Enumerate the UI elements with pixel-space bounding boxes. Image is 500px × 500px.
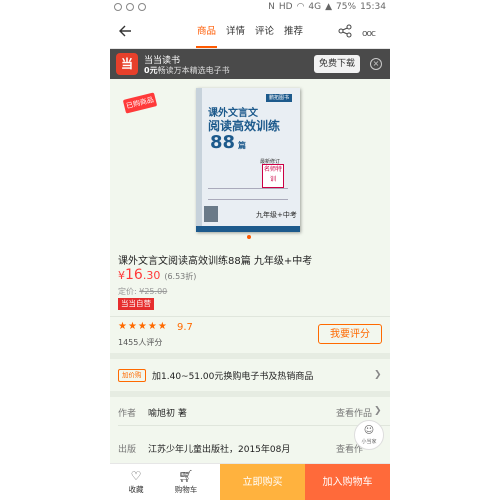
- rate-button[interactable]: 我要评分: [318, 324, 382, 344]
- author-label: 作者: [118, 409, 137, 419]
- author-value: 喻旭初 著: [148, 409, 187, 419]
- cart-icon: 🛒︎: [178, 469, 194, 483]
- cover-bottom-band: [196, 226, 300, 232]
- cover-pian: 篇: [238, 141, 246, 150]
- divider: [118, 425, 390, 426]
- tab-product[interactable]: 商品: [192, 16, 221, 48]
- section-gap: [110, 353, 390, 359]
- tab-details[interactable]: 详情: [221, 16, 250, 48]
- price-discount: (6.53折): [164, 272, 197, 281]
- network-icon: 4G: [308, 2, 322, 12]
- dangdang-logo-icon: 当: [116, 53, 138, 75]
- assistant-float-button[interactable]: ☺ 小当家: [354, 420, 384, 450]
- view-works-link[interactable]: 查看作品: [336, 406, 372, 419]
- add-to-cart-button[interactable]: 加入购物车: [305, 464, 390, 500]
- price-integer: 16: [125, 267, 143, 283]
- banner-promo: 0元畅读万本精选电子书: [144, 65, 230, 76]
- reader-app-banner: 当 当当读书 0元畅读万本精选电子书 免费下载 ×: [110, 49, 390, 79]
- status-right-icons: N HD ◠ 4G ▲ 75% 15:34: [268, 2, 386, 12]
- banner-promo-zero: 0元: [144, 66, 158, 75]
- price-decimal: .30: [142, 269, 161, 282]
- self-operated-badge: 当当自营: [118, 298, 154, 310]
- tab-recommend[interactable]: 推荐: [279, 16, 308, 48]
- cover-stamp: 名师特训: [262, 164, 284, 188]
- original-price: 定价: ¥25.00: [118, 286, 167, 297]
- rating-count: 1455人评分: [118, 338, 163, 347]
- author-photo: [204, 206, 218, 222]
- battery-level: 75%: [336, 2, 357, 12]
- tab-reviews[interactable]: 评论: [250, 16, 279, 48]
- addon-purchase-row[interactable]: 加价购 加1.40~51.00元换购电子书及热销商品 ❯: [110, 360, 390, 390]
- cover-spine: [196, 88, 202, 232]
- cover-number: 88: [210, 132, 236, 153]
- signal-icon: ▲: [325, 2, 333, 12]
- publisher-row[interactable]: 出版 江苏少年儿童出版社，2015年08月 查看作: [110, 433, 390, 461]
- cover-grade: 九年级+中考: [256, 211, 297, 219]
- divider: [110, 316, 390, 317]
- rating-stars-icon: ★★★★★: [118, 321, 168, 332]
- publisher-label: 出版: [118, 445, 137, 455]
- product-price: ¥16.30 (6.53折): [118, 267, 196, 283]
- favorite-button[interactable]: ♡ 收藏: [116, 468, 156, 495]
- back-arrow-icon[interactable]: [118, 24, 132, 38]
- cart-button[interactable]: 🛒︎ 购物车: [166, 468, 206, 495]
- rating-score: 9.7: [177, 322, 193, 333]
- addon-tag: 加价购: [118, 369, 146, 382]
- notification-icon: [114, 3, 122, 11]
- assistant-label: 小当家: [361, 439, 377, 445]
- hd-icon: HD: [278, 2, 293, 12]
- price-currency: ¥: [118, 269, 125, 282]
- banner-promo-text: 畅读万本精选电子书: [157, 66, 230, 75]
- bottom-action-bar: ♡ 收藏 🛒︎ 购物车 立即购买 加入购物车: [110, 463, 390, 500]
- chevron-right-icon: ❯: [374, 370, 382, 380]
- tab-bar: 商品 详情 评论 推荐: [192, 16, 308, 48]
- assistant-icon: ☺: [363, 425, 375, 436]
- more-menu-icon[interactable]: ooc: [362, 29, 376, 39]
- chevron-right-icon: ❯: [374, 406, 382, 416]
- cover-text-lines: [208, 188, 288, 200]
- addon-text: 加1.40~51.00元换购电子书及热销商品: [152, 372, 314, 382]
- wifi-icon: ◠: [296, 2, 305, 12]
- original-price-value: ¥25.00: [139, 287, 168, 296]
- book-cover-image[interactable]: 鹏拓图书 课外文言文 阅读高效训练 88 篇 最新修订 名师特训 九年级+中考: [196, 88, 300, 232]
- clock: 15:34: [360, 2, 386, 12]
- top-nav: 商品 详情 评论 推荐 ooc: [110, 16, 390, 49]
- cover-publisher: 鹏拓图书: [266, 94, 292, 102]
- nfc-icon: N: [268, 2, 275, 12]
- buy-now-button[interactable]: 立即购买: [220, 464, 305, 500]
- carousel-dot-indicator: [247, 235, 251, 239]
- author-row[interactable]: 作者 喻旭初 著 查看作品 ❯: [110, 397, 390, 425]
- status-left-icons: [114, 3, 146, 11]
- app-status-icon: [126, 3, 134, 11]
- share-icon[interactable]: [338, 24, 352, 38]
- close-banner-icon[interactable]: ×: [370, 58, 382, 70]
- sync-icon: [138, 3, 146, 11]
- favorite-label: 收藏: [128, 485, 144, 494]
- cart-label: 购物车: [174, 485, 198, 494]
- status-bar: N HD ◠ 4G ▲ 75% 15:34: [110, 0, 390, 16]
- original-price-label: 定价:: [118, 287, 137, 296]
- purchased-ribbon: 已购商品: [122, 92, 158, 114]
- free-download-button[interactable]: 免费下载: [314, 55, 360, 73]
- phone-screen: N HD ◠ 4G ▲ 75% 15:34 商品 详情 评论 推荐 ooc 当: [110, 0, 390, 500]
- heart-icon: ♡: [130, 469, 142, 483]
- publisher-value: 江苏少年儿童出版社，2015年08月: [148, 445, 291, 455]
- product-title: 课外文言文阅读高效训练88篇 九年级+中考: [118, 256, 313, 267]
